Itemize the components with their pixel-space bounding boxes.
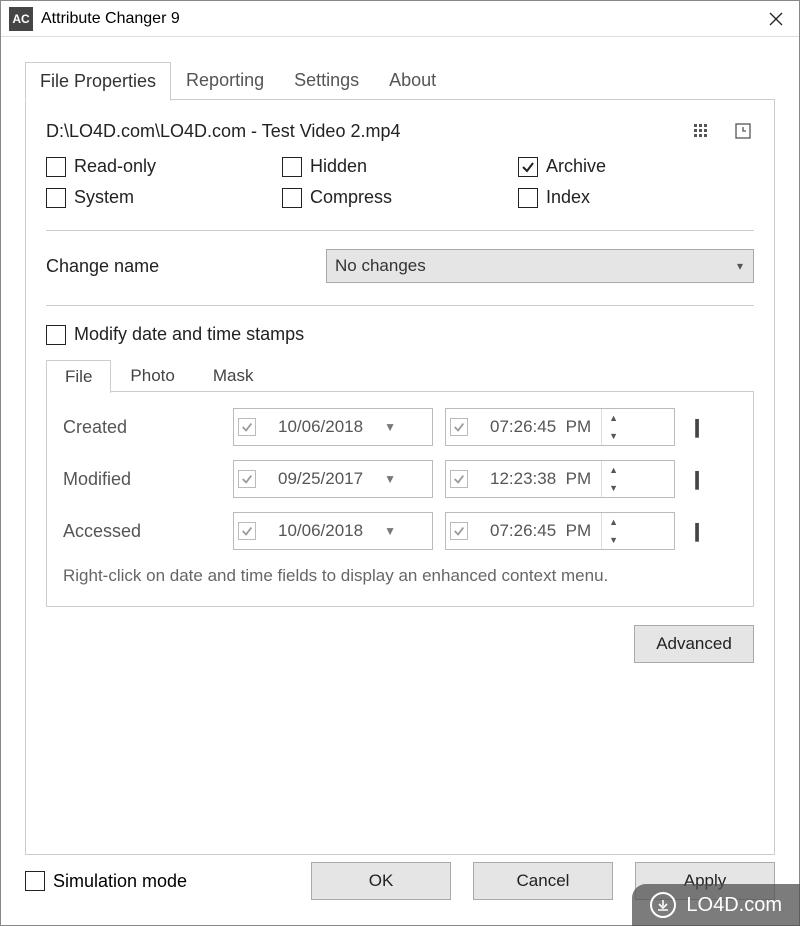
tab-file-properties[interactable]: File Properties	[25, 62, 171, 101]
date-value: 10/06/2018	[268, 521, 373, 541]
time-value: 07:26:45 PM	[480, 521, 601, 541]
content-area: File Properties Reporting Settings About…	[1, 37, 799, 855]
checkbox-label: Index	[546, 187, 590, 208]
checkbox-index[interactable]: Index	[518, 187, 754, 208]
row-menu-icon[interactable]: ❙	[687, 469, 707, 490]
close-button[interactable]	[753, 1, 799, 37]
row-menu-icon[interactable]: ❙	[687, 417, 707, 438]
tab-reporting[interactable]: Reporting	[171, 61, 279, 100]
separator	[46, 230, 754, 231]
date-value: 10/06/2018	[268, 417, 373, 437]
spin-down-icon[interactable]: ▼	[602, 427, 625, 445]
chevron-down-icon[interactable]: ▼	[373, 420, 407, 434]
tab-about[interactable]: About	[374, 61, 451, 100]
accessed-date-field[interactable]: 10/06/2018 ▼	[233, 512, 433, 550]
modify-stamps-row: Modify date and time stamps	[46, 324, 754, 345]
chevron-down-icon[interactable]: ▼	[373, 524, 407, 538]
checkbox-label: Archive	[546, 156, 606, 177]
time-value: 12:23:38 PM	[480, 469, 601, 489]
select-value: No changes	[335, 256, 426, 276]
separator	[46, 305, 754, 306]
subtab-file[interactable]: File	[46, 360, 111, 393]
modified-time-field[interactable]: 12:23:38 PM ▲▼	[445, 460, 675, 498]
checkbox-label: Simulation mode	[53, 871, 187, 892]
field-check[interactable]	[446, 470, 480, 488]
close-icon	[769, 12, 783, 26]
accessed-label: Accessed	[63, 521, 233, 542]
field-check[interactable]	[234, 522, 268, 540]
time-spinner[interactable]: ▲▼	[601, 461, 625, 497]
field-check[interactable]	[234, 470, 268, 488]
checkbox-label: System	[74, 187, 134, 208]
subtab-photo[interactable]: Photo	[111, 359, 193, 392]
sub-tabs: File Photo Mask	[46, 359, 754, 392]
time-value: 07:26:45 PM	[480, 417, 601, 437]
watermark-text: LO4D.com	[686, 894, 782, 917]
change-name-row: Change name No changes ▾	[46, 249, 754, 283]
spin-up-icon[interactable]: ▲	[602, 461, 625, 479]
checkbox-archive[interactable]: Archive	[518, 156, 754, 177]
subtab-mask[interactable]: Mask	[194, 359, 273, 392]
tab-settings[interactable]: Settings	[279, 61, 374, 100]
grid-icon[interactable]	[690, 120, 712, 142]
app-icon: AC	[9, 7, 33, 31]
subtab-page: Created 10/06/2018 ▼ 07:26:45 PM ▲▼ ❙ Mo…	[46, 391, 754, 607]
accessed-row: Accessed 10/06/2018 ▼ 07:26:45 PM ▲▼ ❙	[63, 512, 737, 550]
field-check[interactable]	[234, 418, 268, 436]
chevron-down-icon: ▾	[737, 259, 743, 273]
checkbox-system[interactable]: System	[46, 187, 282, 208]
modified-date-field[interactable]: 09/25/2017 ▼	[233, 460, 433, 498]
clock-icon[interactable]	[732, 120, 754, 142]
tab-page: D:\LO4D.com\LO4D.com - Test Video 2.mp4 …	[25, 99, 775, 855]
chevron-down-icon[interactable]: ▼	[373, 472, 407, 486]
cancel-button[interactable]: Cancel	[473, 862, 613, 900]
spin-down-icon[interactable]: ▼	[602, 531, 625, 549]
attributes-grid: Read-only Hidden Archive System Compress…	[46, 156, 754, 208]
hint-text: Right-click on date and time fields to d…	[63, 564, 737, 588]
modified-row: Modified 09/25/2017 ▼ 12:23:38 PM ▲▼ ❙	[63, 460, 737, 498]
checkbox-modify-stamps[interactable]: Modify date and time stamps	[46, 324, 304, 345]
spin-up-icon[interactable]: ▲	[602, 513, 625, 531]
change-name-select[interactable]: No changes ▾	[326, 249, 754, 283]
time-spinner[interactable]: ▲▼	[601, 513, 625, 549]
ok-button[interactable]: OK	[311, 862, 451, 900]
checkbox-readonly[interactable]: Read-only	[46, 156, 282, 177]
time-spinner[interactable]: ▲▼	[601, 409, 625, 445]
spin-up-icon[interactable]: ▲	[602, 409, 625, 427]
file-path-row: D:\LO4D.com\LO4D.com - Test Video 2.mp4	[46, 120, 754, 142]
watermark-icon	[650, 892, 676, 918]
checkbox-compress[interactable]: Compress	[282, 187, 518, 208]
checkbox-label: Read-only	[74, 156, 156, 177]
created-time-field[interactable]: 07:26:45 PM ▲▼	[445, 408, 675, 446]
window: AC Attribute Changer 9 File Properties R…	[0, 0, 800, 926]
titlebar: AC Attribute Changer 9	[1, 1, 799, 37]
date-value: 09/25/2017	[268, 469, 373, 489]
accessed-time-field[interactable]: 07:26:45 PM ▲▼	[445, 512, 675, 550]
field-check[interactable]	[446, 418, 480, 436]
main-tabs: File Properties Reporting Settings About	[25, 61, 775, 100]
checkbox-label: Hidden	[310, 156, 367, 177]
created-date-field[interactable]: 10/06/2018 ▼	[233, 408, 433, 446]
advanced-row: Advanced	[46, 625, 754, 663]
change-name-label: Change name	[46, 256, 326, 277]
created-row: Created 10/06/2018 ▼ 07:26:45 PM ▲▼ ❙	[63, 408, 737, 446]
field-check[interactable]	[446, 522, 480, 540]
checkbox-label: Compress	[310, 187, 392, 208]
file-path: D:\LO4D.com\LO4D.com - Test Video 2.mp4	[46, 121, 670, 142]
watermark: LO4D.com	[632, 884, 800, 926]
created-label: Created	[63, 417, 233, 438]
checkbox-simulation-mode[interactable]: Simulation mode	[25, 871, 289, 892]
advanced-button[interactable]: Advanced	[634, 625, 754, 663]
row-menu-icon[interactable]: ❙	[687, 521, 707, 542]
modified-label: Modified	[63, 469, 233, 490]
window-title: Attribute Changer 9	[41, 10, 753, 28]
spin-down-icon[interactable]: ▼	[602, 479, 625, 497]
checkbox-hidden[interactable]: Hidden	[282, 156, 518, 177]
checkbox-label: Modify date and time stamps	[74, 324, 304, 345]
